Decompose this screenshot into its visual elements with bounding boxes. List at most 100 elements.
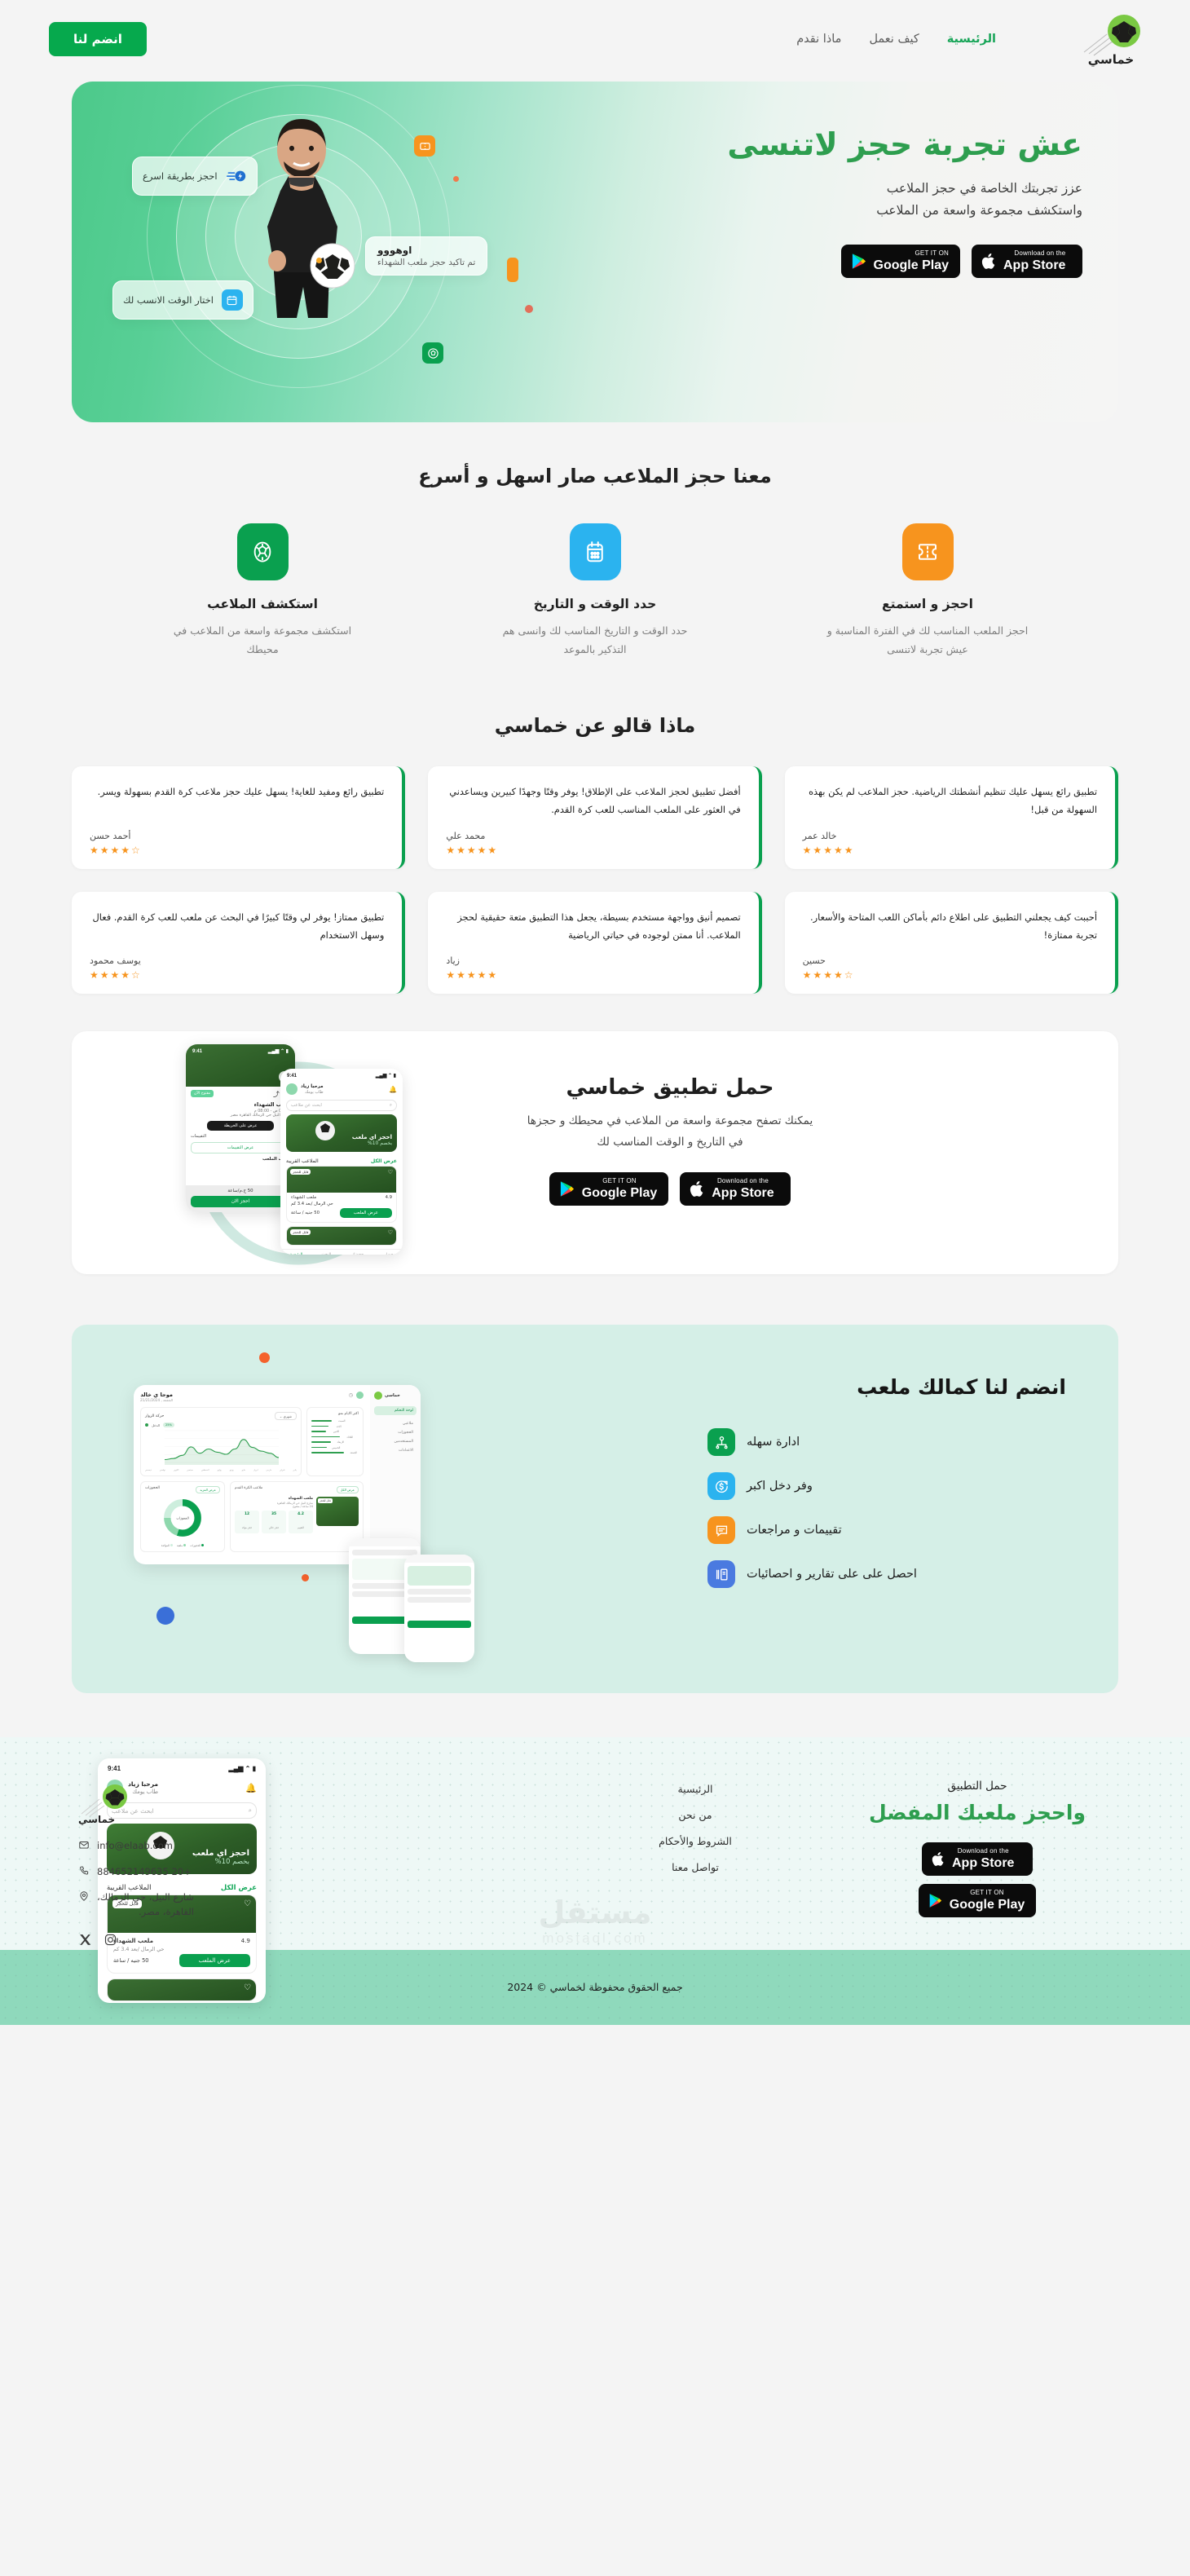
- field-list-item[interactable]: ♡ قابل للحجز: [286, 1226, 397, 1246]
- search-field[interactable]: ⌕ ابحث عن ملاعب: [286, 1100, 397, 1112]
- nav-item-how-we-work[interactable]: كيف نعمل: [869, 33, 919, 46]
- app-store-badge[interactable]: Download on the App Store: [922, 1842, 1033, 1877]
- tab-home[interactable]: الرئيسية: [290, 1253, 303, 1255]
- nav-item-home[interactable]: الرئيسية: [947, 33, 996, 46]
- sidebar-item-fields[interactable]: ملاعبي: [374, 1419, 416, 1428]
- view-field-button[interactable]: عرض الملعب: [178, 1954, 250, 1968]
- sidebar-item-settings[interactable]: الاعدادات: [374, 1446, 416, 1455]
- bell-icon[interactable]: 🔔: [389, 1086, 397, 1093]
- google-play-big-label: Google Play: [581, 1186, 658, 1201]
- visitors-chart-panel: شهري ⌄ حركة الزوار 25% الدخل يناير فبراير…: [140, 1407, 302, 1477]
- footer-link-home[interactable]: الرئيسية: [626, 1783, 765, 1795]
- hero-subtitle: عزز تجربتك الخاصة في حجز الملاعب واستكشف…: [626, 178, 1082, 222]
- dashboard-main: ◷ موجا ي خالد الجمعة , 21/21/2024 اكثر ا…: [134, 1385, 370, 1564]
- bell-icon[interactable]: ◷: [349, 1392, 353, 1398]
- instagram-icon[interactable]: [104, 1933, 117, 1950]
- location-pin-icon: [78, 1890, 90, 1906]
- testimonial-card: تطبيق ممتاز! يوفر لي وقتًا كبيرًا في الب…: [72, 891, 406, 995]
- tab-bookings[interactable]: حجوزاتي: [350, 1253, 364, 1255]
- landing-page: خماسي الرئيسية كيف نعمل ماذا نقدم انضم ل…: [0, 0, 1190, 2576]
- show-reviews-button[interactable]: عرض التقييمات: [191, 1142, 290, 1154]
- favorite-icon[interactable]: ♡: [388, 1169, 393, 1176]
- rating-stars: ★★★★☆: [90, 844, 142, 856]
- field-thumbnail: ♡ قابل للحجز: [287, 1167, 396, 1193]
- soccer-ball-icon: [236, 523, 289, 580]
- testimonial-text: تصميم أنيق وواجهة مستخدم بسيطة، يجعل هذا…: [457, 911, 741, 941]
- decor-dot: [259, 1352, 270, 1364]
- x-twitter-icon[interactable]: [78, 1933, 92, 1950]
- view-field-button[interactable]: عرض الملعب: [339, 1208, 392, 1219]
- join-benefit-label: ادارة سهله: [747, 1436, 800, 1449]
- testimonial-text: تطبيق رائع ومفيد للغاية! يسهل عليك حجز م…: [97, 786, 385, 798]
- footer-link-about[interactable]: من نحن: [626, 1809, 765, 1821]
- field-name: ملعب الشهداء: [289, 1497, 313, 1502]
- feature-desc: استكشف مجموعة واسعة من الملاعب في محيطك: [173, 624, 352, 656]
- hero-artwork: احجز بطريقة اسرع اختار الوقت الانسب لك ا…: [72, 82, 577, 422]
- feature-book-enjoy: احجز و استمتع احجز الملعب المناسب لك في …: [822, 523, 1033, 659]
- favorite-icon[interactable]: ♡: [388, 1229, 393, 1236]
- sidebar-item-bookings[interactable]: الحجوزات: [374, 1428, 416, 1437]
- google-play-big-label: Google Play: [873, 258, 949, 272]
- footer-cta: حمل التطبيق واحجز ملعبك المفضل Download …: [843, 1780, 1112, 1950]
- testimonial-card: تصميم أنيق وواجهة مستخدم بسيطة، يجعل هذا…: [428, 891, 762, 995]
- footer-email[interactable]: info@elaab.com: [78, 1838, 298, 1855]
- speed-icon: [226, 165, 247, 187]
- avatar: [286, 1083, 298, 1096]
- download-app-title: حمل تطبيق خماسي: [566, 1075, 774, 1101]
- join-benefit-label: احصل على على تقارير و احصائيات: [747, 1568, 917, 1581]
- join-us-button[interactable]: انضم لنا: [49, 22, 147, 56]
- tab-search[interactable]: البحث: [321, 1253, 331, 1255]
- sidebar-item-users[interactable]: المستخدمين: [374, 1437, 416, 1446]
- footer-links: الرئيسية من نحن الشروط والأحكام تواصل مع…: [626, 1783, 765, 1950]
- rating-stars: ★★★★★: [446, 844, 499, 856]
- phone-time: 9:41: [287, 1073, 298, 1078]
- testimonial-card: أفضل تطبيق لحجز الملاعب على الإطلاق! يوف…: [428, 766, 762, 869]
- favorite-icon[interactable]: ♡: [244, 1983, 251, 1992]
- testimonial-name: أحمد حسن: [90, 830, 131, 841]
- app-store-badge[interactable]: Download on the App Store: [680, 1172, 791, 1206]
- field-hours: 24 ساعة / مفتوح: [293, 1505, 313, 1509]
- google-play-badge[interactable]: GET IT ON Google Play: [840, 244, 960, 278]
- footer-link-terms[interactable]: الشروط والأحكام: [626, 1835, 765, 1847]
- avatar[interactable]: [356, 1392, 364, 1400]
- promo-banner[interactable]: احجز اي ملعب بخصم 10%: [286, 1114, 397, 1153]
- download-app-card: 9:41▂▄▆ ⌃ ▮ › ♡ ⤴ ملعب الشهداء 08:00 ص -…: [72, 1031, 1118, 1275]
- reports-icon: [707, 1560, 735, 1589]
- footer-phone-text: +20 884652149635: [97, 1865, 192, 1877]
- google-play-badge[interactable]: GET IT ON Google Play: [549, 1172, 669, 1206]
- app-store-small-label: Download on the: [957, 1847, 1009, 1855]
- show-on-map-button[interactable]: عرض على الخريطة: [206, 1121, 275, 1131]
- chart-filter-dropdown[interactable]: شهري ⌄: [274, 1412, 297, 1421]
- footer-phone[interactable]: +20 884652149635: [78, 1864, 298, 1881]
- phone-home-screen: 9:41 ▂▄▆ ⌃ ▮ 🔔 مرحبا زياد طاب يومك ⌕ ابح…: [280, 1069, 403, 1255]
- footer-brand-name: خماسي: [78, 1814, 116, 1826]
- sidebar-item-dashboard[interactable]: لوحة التحكم: [374, 1406, 416, 1416]
- view-all-link[interactable]: عرض الكل: [371, 1158, 397, 1164]
- field-list-item[interactable]: ♡ قابل للحجز 4.9 ملعب الشهداء حي الرمال /…: [286, 1166, 397, 1224]
- app-store-badge[interactable]: Download on the App Store: [972, 244, 1082, 278]
- field-price: 50 جنيه / ساعة: [113, 1957, 149, 1965]
- join-benefit-easy-management: ادارة سهله: [707, 1428, 1066, 1457]
- footer-columns: حمل التطبيق واحجز ملعبك المفضل Download …: [0, 1737, 1190, 1950]
- tab-account[interactable]: حسابي: [382, 1253, 393, 1255]
- download-app-section: 9:41▂▄▆ ⌃ ▮ › ♡ ⤴ ملعب الشهداء 08:00 ص -…: [0, 1031, 1190, 1275]
- field-price: 50 جنيه / ساعة: [291, 1211, 320, 1216]
- brand-logo[interactable]: خماسي: [1066, 11, 1156, 67]
- share-icon[interactable]: ⤴: [273, 1090, 280, 1099]
- hero-banner: احجز بطريقة اسرع اختار الوقت الانسب لك ا…: [72, 82, 1118, 422]
- google-play-badge[interactable]: GET IT ON Google Play: [918, 1884, 1037, 1918]
- view-more-button[interactable]: عرض المزيد: [196, 1486, 220, 1494]
- svg-text:الحجوزات: الحجوزات: [176, 1517, 188, 1520]
- footer-contact: خماسي info@elaab.com +20 884652149635 شا…: [78, 1783, 298, 1950]
- book-now-button[interactable]: احجز الان: [191, 1196, 290, 1208]
- download-sub-line1: يمكنك تصفح مجموعة واسعة من الملاعب في مح…: [527, 1114, 813, 1128]
- view-all-button[interactable]: عرض الكل: [336, 1486, 359, 1494]
- phone-status-bar: 9:41 ▂▄▆ ⌃ ▮: [280, 1069, 403, 1081]
- field-list-item[interactable]: ♡: [107, 1978, 257, 2002]
- nav-item-what-we-offer[interactable]: ماذا نقدم: [796, 33, 841, 46]
- download-app-copy: حمل تطبيق خماسي يمكنك تصفح مجموعة واسعة …: [466, 1075, 874, 1206]
- testimonial-name: زياد: [446, 955, 460, 967]
- join-benefit-reviews: تقييمات و مراجعات: [707, 1516, 1066, 1545]
- testimonials-title: ماذا قالو عن خماسي: [494, 714, 696, 738]
- footer-link-contact[interactable]: تواصل معنا: [626, 1861, 765, 1873]
